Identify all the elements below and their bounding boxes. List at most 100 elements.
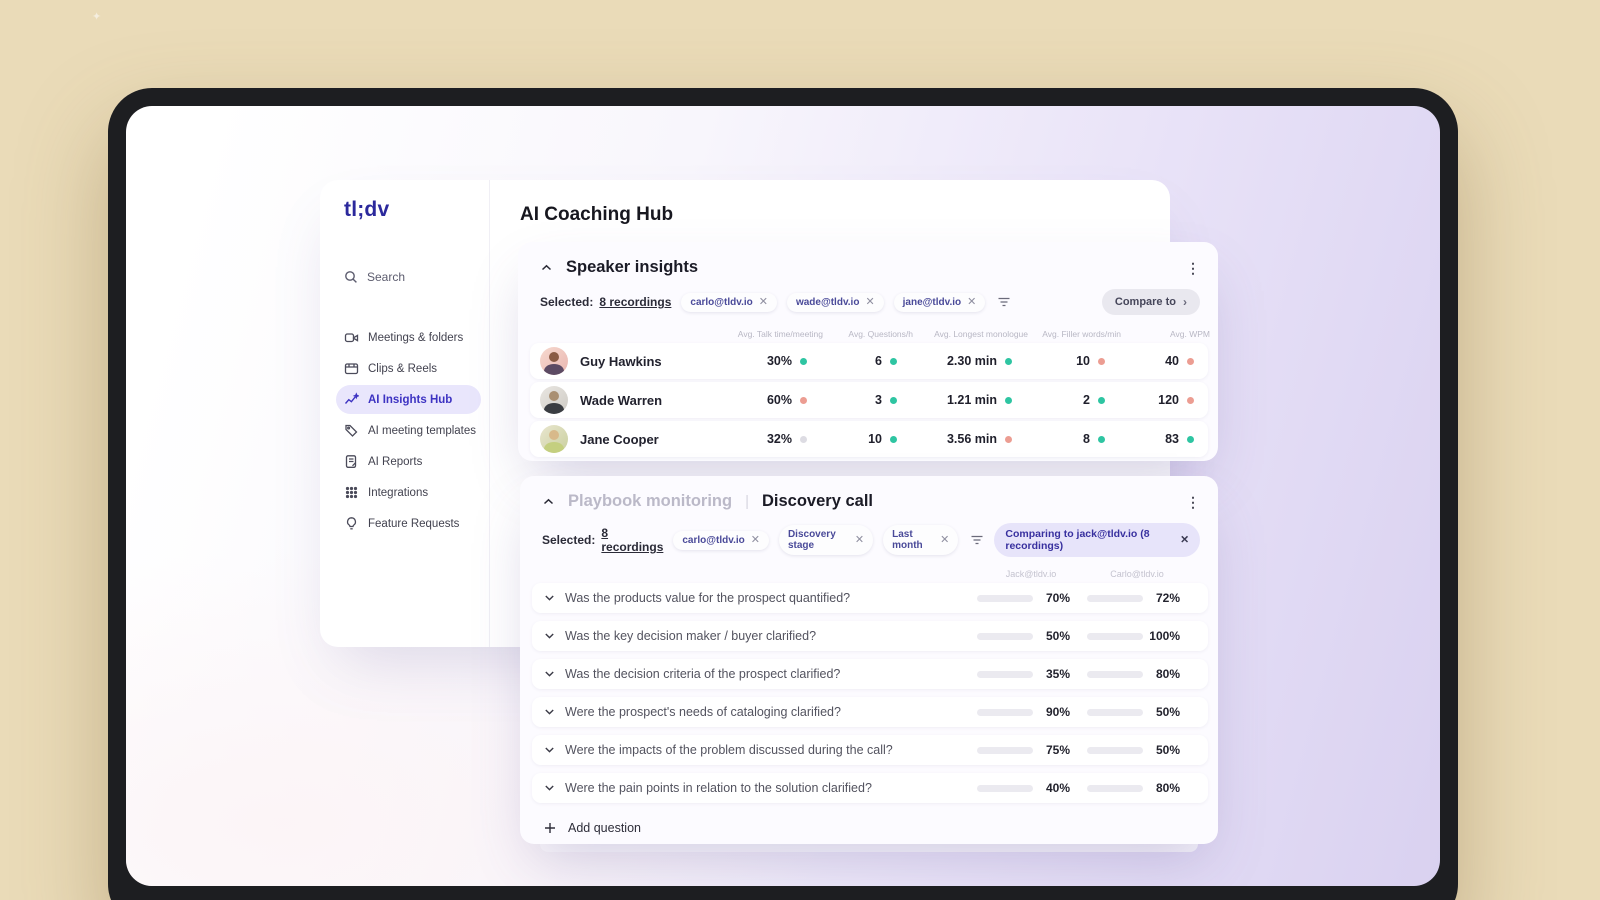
avatar [540, 425, 568, 453]
sidebar-item-clips-reels[interactable]: Clips & Reels [344, 353, 489, 384]
compare-to-button[interactable]: Compare to › [1101, 289, 1200, 315]
chevron-down-icon[interactable] [544, 670, 555, 678]
comparison-column-labels: Jack@tldv.io Carlo@tldv.io [520, 569, 1218, 583]
collapse-chevron-up-icon[interactable] [540, 263, 553, 272]
remove-comparing-icon[interactable]: ✕ [1180, 534, 1189, 546]
column-header: Avg. WPM [1170, 329, 1210, 339]
sidebar-menu: Meetings & folders Clips & Reels AI Insi… [336, 322, 489, 539]
progress-bar [977, 746, 1033, 754]
search-button[interactable]: Search [344, 270, 489, 284]
chevron-down-icon[interactable] [544, 784, 555, 792]
recordings-count-link[interactable]: 8 recordings [599, 295, 671, 309]
carlo-score: 72% [1087, 591, 1180, 605]
question-row[interactable]: Were the prospect's needs of cataloging … [532, 697, 1208, 727]
question-row[interactable]: Was the key decision maker / buyer clari… [532, 621, 1208, 651]
remove-chip-icon[interactable]: ✕ [940, 534, 949, 546]
progress-bar [977, 594, 1033, 602]
chevron-down-icon[interactable] [544, 708, 555, 716]
film-icon [344, 361, 359, 376]
question-row[interactable]: Was the decision criteria of the prospec… [532, 659, 1208, 689]
question-row[interactable]: Was the products value for the prospect … [532, 583, 1208, 613]
sidebar-item-integrations[interactable]: Integrations [344, 477, 489, 508]
speaker-row[interactable]: Jane Cooper 32% 10 3.56 min 8 83 [530, 421, 1208, 457]
sidebar-item-ai-meeting-templates[interactable]: AI meeting templates [344, 415, 489, 446]
filter-chip[interactable]: carlo@tldv.io ✕ [681, 292, 777, 312]
remove-chip-icon[interactable]: ✕ [865, 296, 874, 308]
remove-chip-icon[interactable]: ✕ [967, 296, 976, 308]
speaker-row[interactable]: Wade Warren 60% 3 1.21 min 2 120 [530, 382, 1208, 418]
filter-chip[interactable]: wade@tldv.io ✕ [786, 292, 884, 312]
jack-score: 40% [977, 781, 1070, 795]
progress-bar [977, 708, 1033, 716]
avatar [540, 386, 568, 414]
jack-score: 35% [977, 667, 1070, 681]
filter-chip[interactable]: Last month ✕ [883, 525, 959, 555]
score-percent: 72% [1155, 591, 1180, 605]
chevron-down-icon[interactable] [544, 594, 555, 602]
status-dot [890, 357, 897, 365]
speaker-insights-panel: Speaker insights ⋮ Selected: 8 recording… [518, 242, 1218, 461]
metric-value: 40 [1165, 354, 1179, 368]
page-title: AI Coaching Hub [520, 204, 674, 225]
comparing-chip[interactable]: Comparing to jack@tldv.io (8 recordings)… [994, 523, 1201, 557]
sidebar: tl;dv Search Meetings & folders Clips & … [320, 180, 490, 647]
carlo-score: 80% [1087, 781, 1180, 795]
metric-value: 1.21 min [946, 393, 997, 407]
remove-chip-icon[interactable]: ✕ [759, 296, 768, 308]
filter-chip[interactable]: carlo@tldv.io ✕ [673, 530, 769, 550]
table-header-row: Avg. Talk time/meeting Avg. Questions/h … [518, 329, 1218, 339]
score-percent: 80% [1155, 781, 1180, 795]
metric-value: 32% [766, 432, 792, 446]
lightbulb-icon [344, 516, 359, 531]
filter-lines-icon[interactable] [997, 296, 1011, 308]
progress-bar [977, 670, 1033, 678]
sidebar-item-label: Meetings & folders [368, 331, 464, 344]
panel-title-muted: Playbook monitoring [568, 492, 733, 510]
chevron-down-icon[interactable] [544, 632, 555, 640]
panel-title: Discovery call [762, 492, 873, 510]
sidebar-item-meetings-folders[interactable]: Meetings & folders [344, 322, 489, 353]
add-question-button[interactable]: Add question [520, 811, 1218, 835]
remove-chip-icon[interactable]: ✕ [751, 534, 760, 546]
question-text: Was the products value for the prospect … [565, 591, 851, 605]
recordings-count-link[interactable]: 8 recordings [601, 526, 663, 554]
progress-bar [1087, 746, 1143, 754]
question-text: Was the key decision maker / buyer clari… [565, 629, 817, 643]
selected-label: Selected: [542, 533, 596, 547]
sparkle-decoration: ✦ [92, 11, 102, 23]
question-row[interactable]: Were the impacts of the problem discusse… [532, 735, 1208, 765]
video-camera-icon [344, 330, 359, 345]
sidebar-item-label: Feature Requests [368, 517, 460, 530]
sidebar-item-feature-requests[interactable]: Feature Requests [344, 508, 489, 539]
progress-bar [1087, 708, 1143, 716]
sidebar-item-ai-insights-hub[interactable]: AI Insights Hub [336, 384, 489, 415]
filter-chip[interactable]: jane@tldv.io ✕ [893, 292, 986, 312]
filter-chip[interactable]: Discovery stage ✕ [778, 525, 874, 555]
column-header: Avg. Talk time/meeting [737, 329, 823, 339]
more-options-button[interactable]: ⋮ [1186, 495, 1200, 509]
progress-bar [1087, 632, 1143, 640]
speaker-row[interactable]: Guy Hawkins 30% 6 2.30 min 10 40 [530, 343, 1208, 379]
status-dot [1187, 396, 1194, 404]
sidebar-item-ai-reports[interactable]: AI Reports [344, 446, 489, 477]
score-percent: 50% [1155, 705, 1180, 719]
metric-value: 120 [1158, 393, 1179, 407]
avatar [540, 347, 568, 375]
selected-label: Selected: [540, 295, 594, 309]
score-percent: 40% [1045, 781, 1070, 795]
collapse-chevron-up-icon[interactable] [542, 497, 555, 506]
carlo-score: 50% [1087, 705, 1180, 719]
status-dot [1005, 357, 1012, 365]
speaker-name: Wade Warren [580, 392, 663, 408]
filter-lines-icon[interactable] [970, 534, 984, 546]
more-options-button[interactable]: ⋮ [1186, 261, 1200, 275]
question-row[interactable]: Were the pain points in relation to the … [532, 773, 1208, 803]
score-percent: 35% [1045, 667, 1070, 681]
report-document-icon [344, 454, 359, 469]
metric-value: 10 [868, 432, 882, 446]
trend-line-icon [344, 392, 359, 407]
tldv-logo[interactable]: tl;dv [344, 198, 489, 222]
remove-chip-icon[interactable]: ✕ [855, 534, 864, 546]
chevron-down-icon[interactable] [544, 746, 555, 754]
screen-background: tl;dv Search Meetings & folders Clips & … [126, 106, 1440, 886]
